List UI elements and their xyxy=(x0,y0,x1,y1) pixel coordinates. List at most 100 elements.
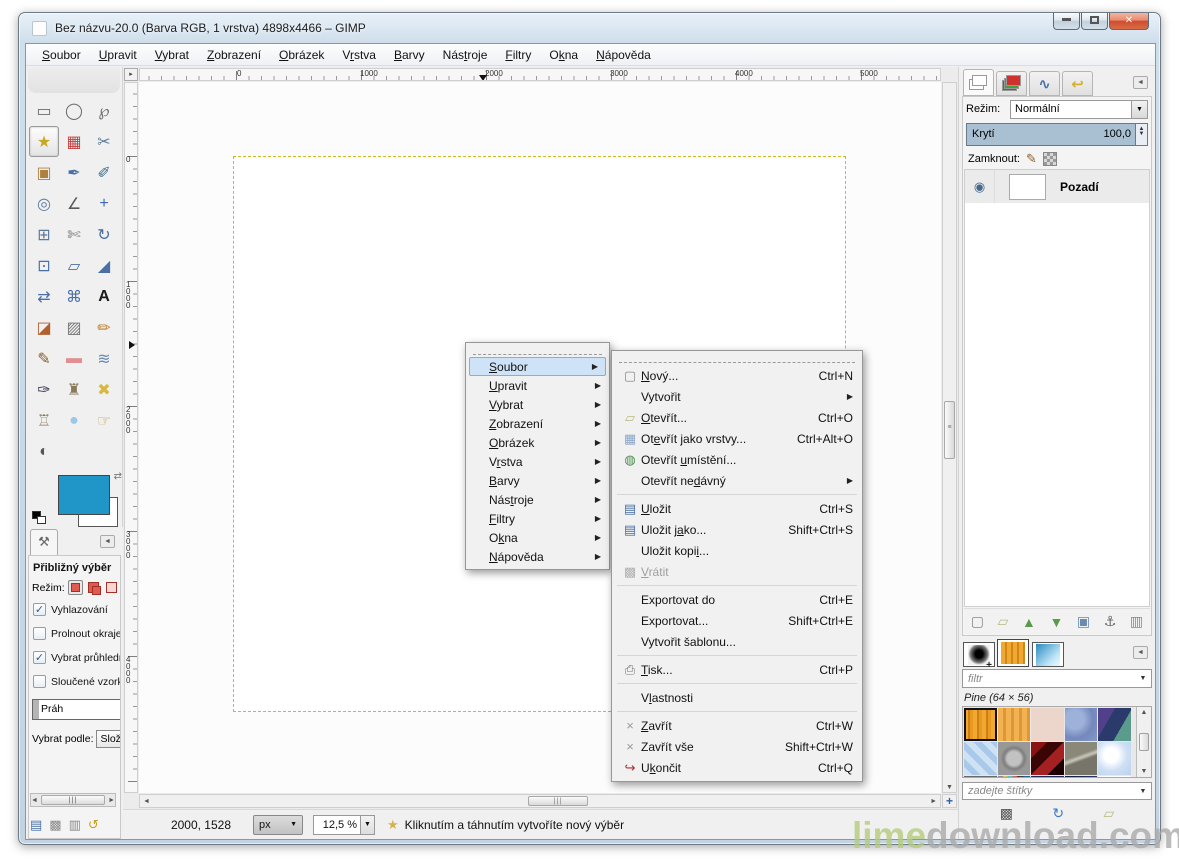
scroll-left-icon[interactable]: ◄ xyxy=(143,798,150,805)
delete-layer-button[interactable]: ▥ xyxy=(1130,613,1143,630)
unit-dropdown[interactable]: px ▼ xyxy=(253,815,303,835)
file-menu-item-vytvo-it-ablonu-[interactable]: Vytvořit šablonu... xyxy=(613,631,861,652)
context-menu-item-okna[interactable]: Okna▶ xyxy=(467,528,608,547)
tool-options-collapse-button[interactable]: ◄ xyxy=(100,535,115,548)
tool-clone[interactable]: ♜ xyxy=(59,374,89,405)
opacity-slider[interactable]: Krytí 100,0 ▲▼ xyxy=(966,123,1148,146)
reset-options-button[interactable]: ↺ xyxy=(88,817,99,833)
raise-layer-button[interactable]: ▲ xyxy=(1022,614,1036,630)
context-menu-item-zobrazení[interactable]: Zobrazení▶ xyxy=(467,414,608,433)
pattern-filter-dropdown[interactable]: filtr ▼ xyxy=(962,669,1152,688)
pattern-swatch[interactable] xyxy=(964,742,997,775)
pattern-swatch[interactable] xyxy=(964,708,997,741)
patterns-collapse-button[interactable]: ◄ xyxy=(1133,646,1148,659)
context-menu-item-nástroje[interactable]: Nástroje▶ xyxy=(467,490,608,509)
menubar-item-obrázek[interactable]: Obrázek xyxy=(270,45,333,65)
context-menu-item-vrstva[interactable]: Vrstva▶ xyxy=(467,452,608,471)
context-menu-item-upravit[interactable]: Upravit▶ xyxy=(467,376,608,395)
tool-cage-transform[interactable]: ⌘ xyxy=(59,281,89,312)
pattern-swatch[interactable] xyxy=(998,776,1031,778)
tool-ink[interactable]: ✑ xyxy=(29,374,59,405)
file-menu-item-exportovat-[interactable]: Exportovat...Shift+Ctrl+E xyxy=(613,610,861,631)
pattern-swatch[interactable] xyxy=(1098,742,1131,775)
horizontal-scrollbar[interactable]: ◄ ||| ► xyxy=(139,794,941,808)
file-menu-item-otev-t-[interactable]: ▱Otevřít...Ctrl+O xyxy=(613,407,861,428)
file-menu-item-ulo-it-jako-[interactable]: ▤Uložit jako...Shift+Ctrl+S xyxy=(613,519,861,540)
context-menu-item-soubor[interactable]: Soubor▶ xyxy=(469,357,606,376)
horizontal-scrollbar-thumb[interactable]: ||| xyxy=(528,796,588,806)
tool-foreground-select[interactable]: ▣ xyxy=(29,157,59,188)
menubar-item-filtry[interactable]: Filtry xyxy=(496,45,540,65)
menubar-item-vrstva[interactable]: Vrstva xyxy=(333,45,385,65)
file-menu-item-ulo-it-kopii-[interactable]: Uložit kopii... xyxy=(613,540,861,561)
pattern-swatch[interactable] xyxy=(1031,742,1064,775)
menubar-item-upravit[interactable]: Upravit xyxy=(90,45,146,65)
tool-paths[interactable]: ✒ xyxy=(59,157,89,188)
navigation-button[interactable]: + xyxy=(942,794,957,808)
pattern-swatch[interactable] xyxy=(1031,776,1064,778)
tool-rotate[interactable]: ↻ xyxy=(89,219,119,250)
tool-dodge-burn[interactable]: ◐ xyxy=(29,436,59,467)
tool-select-by-color[interactable]: ▦ xyxy=(59,126,89,157)
tool-bucket-fill[interactable]: ◪ xyxy=(29,312,59,343)
menubar-item-nástroje[interactable]: Nástroje xyxy=(434,45,497,65)
tab-brushes[interactable] xyxy=(963,642,995,667)
option-prolnout-okraje[interactable]: Prolnout okraje xyxy=(33,627,117,640)
opacity-spinner[interactable]: ▲▼ xyxy=(1135,124,1147,145)
file-menu-item-zav-t[interactable]: ×ZavřítCtrl+W xyxy=(613,715,861,736)
pattern-swatch[interactable] xyxy=(998,708,1031,741)
context-menu-item-barvy[interactable]: Barvy▶ xyxy=(467,471,608,490)
selection-mode-replace[interactable] xyxy=(68,580,83,595)
pattern-swatch[interactable] xyxy=(998,742,1031,775)
tool-smudge[interactable]: ☞ xyxy=(89,405,119,436)
option-vybrat-průhledn[interactable]: ✓Vybrat průhledn xyxy=(33,651,117,664)
tool-blur-sharpen[interactable]: ● xyxy=(59,405,89,436)
scroll-up-icon[interactable]: ▲ xyxy=(1137,709,1151,716)
layer-row[interactable]: ◉Pozadí xyxy=(965,170,1149,203)
menubar-item-zobrazení[interactable]: Zobrazení xyxy=(198,45,270,65)
maximize-button[interactable] xyxy=(1081,13,1108,30)
scroll-right-icon[interactable]: ► xyxy=(930,798,937,805)
tab-gradients[interactable] xyxy=(1032,642,1064,667)
file-menu-item-ulo-it[interactable]: ▤UložitCtrl+S xyxy=(613,498,861,519)
checkbox-icon[interactable] xyxy=(33,675,46,688)
new-layer-button[interactable]: ▢ xyxy=(971,613,984,630)
scroll-right-icon[interactable]: ► xyxy=(108,797,115,804)
delete-options-button[interactable]: ▥ xyxy=(69,817,81,833)
tool-flip[interactable]: ⇄ xyxy=(29,281,59,312)
vertical-scrollbar-thumb[interactable]: ≡ xyxy=(944,401,955,459)
tab-patterns[interactable] xyxy=(997,639,1029,667)
scrollbar-thumb[interactable]: ||| xyxy=(41,795,105,805)
scroll-down-icon[interactable]: ▼ xyxy=(1137,768,1151,775)
layer-mode-dropdown[interactable]: Normální xyxy=(1010,100,1131,119)
title-bar[interactable]: Bez názvu-20.0 (Barva RGB, 1 vrstva) 489… xyxy=(19,13,1160,43)
tool-options-tab[interactable]: ⚒ xyxy=(30,529,58,555)
context-menu-item-vybrat[interactable]: Vybrat▶ xyxy=(467,395,608,414)
pattern-swatch[interactable] xyxy=(1065,742,1098,775)
tool-rectangle-select[interactable]: ▭ xyxy=(29,95,59,126)
tool-scale[interactable]: ⊡ xyxy=(29,250,59,281)
new-group-button[interactable]: ▱ xyxy=(998,613,1009,630)
scrollbar-thumb[interactable] xyxy=(1139,733,1149,751)
tool-align[interactable]: ⊞ xyxy=(29,219,59,250)
vertical-ruler[interactable]: 01000200030004000 xyxy=(124,82,138,793)
minimize-button[interactable] xyxy=(1053,13,1080,30)
tab-channels[interactable] xyxy=(996,71,1027,96)
tool-crop[interactable]: ✄ xyxy=(59,219,89,250)
scroll-left-icon[interactable]: ◄ xyxy=(31,797,38,804)
duplicate-layer-button[interactable]: ▣ xyxy=(1077,613,1090,630)
lock-alpha-icon[interactable] xyxy=(1043,152,1057,166)
pattern-scrollbar[interactable]: ▲ ▼ xyxy=(1136,707,1151,777)
tool-free-select[interactable]: ℘ xyxy=(89,95,119,126)
anchor-layer-button[interactable]: ⚓ xyxy=(1104,613,1117,630)
pattern-tags-input[interactable]: zadejte štítky ▼ xyxy=(962,782,1152,800)
foreground-color-swatch[interactable] xyxy=(58,475,110,515)
horizontal-ruler[interactable]: 010002000300040005000 xyxy=(139,68,941,81)
tool-gradient[interactable]: ▨ xyxy=(59,312,89,343)
tool-fuzzy-select[interactable]: ★ xyxy=(29,126,59,157)
checkbox-icon[interactable] xyxy=(33,627,46,640)
file-menu-item-ukon-it[interactable]: ↪UkončitCtrl+Q xyxy=(613,757,861,778)
tab-undo-history[interactable]: ↩ xyxy=(1062,71,1093,96)
tool-zoom[interactable]: ◎ xyxy=(29,188,59,219)
file-menu-item-otev-t-jako-vrstvy-[interactable]: ▦Otevřít jako vrstvy...Ctrl+Alt+O xyxy=(613,428,861,449)
